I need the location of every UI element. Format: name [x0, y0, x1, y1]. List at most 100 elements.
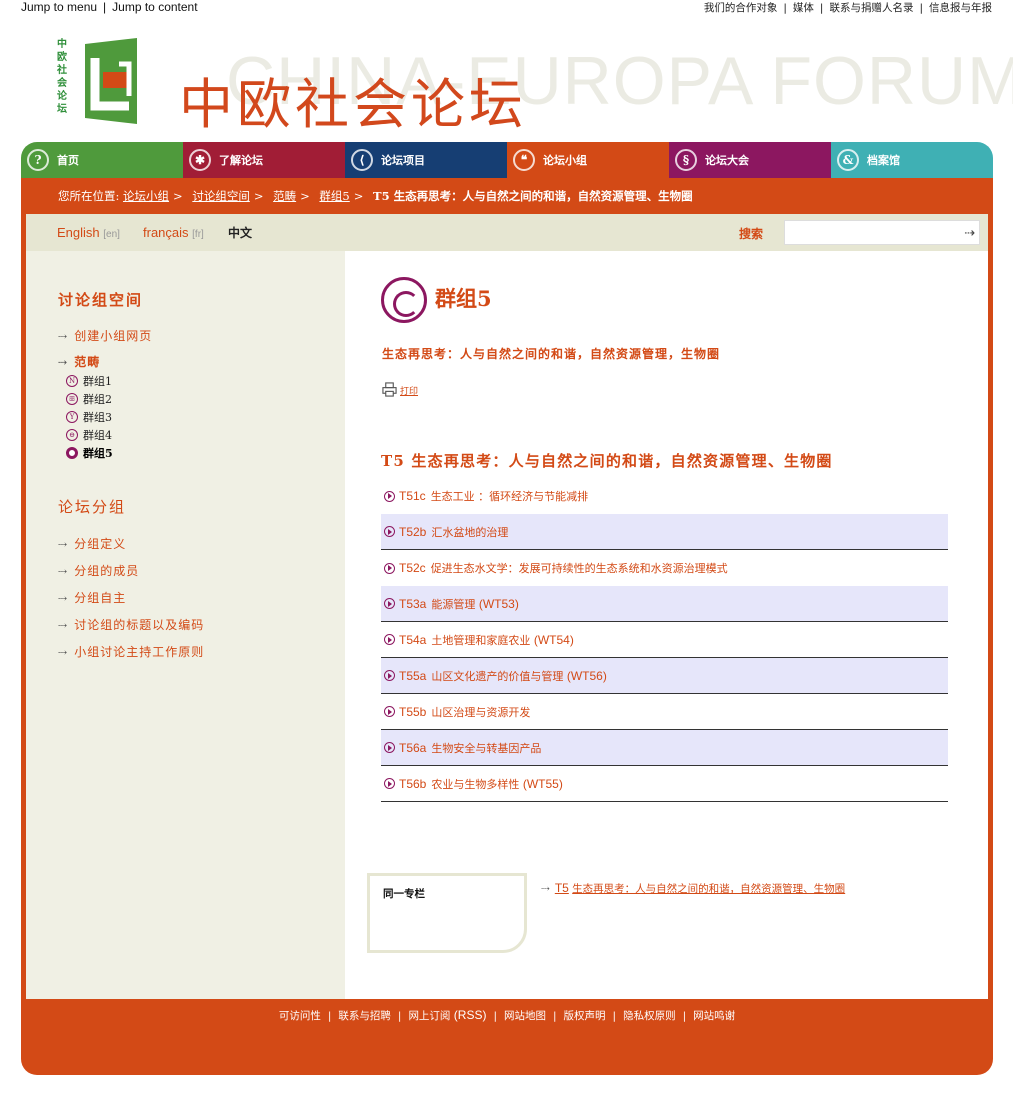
rss-label: 网上订阅 — [408, 1010, 451, 1022]
bracket-icon: ⟨ — [351, 149, 373, 171]
breadcrumb-item[interactable]: 范畴 — [273, 189, 296, 203]
same-column-link[interactable]: ⇢ T5 生态再思考：人与自然之间的和谐，自然资源管理、生物圈 — [541, 881, 845, 896]
sidebar-item-group2[interactable]: ꕥ 群组2 — [66, 391, 112, 407]
group-label: 群组1 — [83, 375, 112, 388]
site-title[interactable]: 中欧社会论坛 — [179, 60, 527, 139]
quote-icon: ❝ — [513, 149, 535, 171]
breadcrumb-current: T5 生态再思考：人与自然之间的和谐，自然资源管理、生物圈 — [373, 189, 693, 203]
group4-icon: ⊖ — [66, 429, 78, 441]
footer: 可访问性 | 联系与招聘 | 网上订阅 (RSS) | 网站地图 | 版权声明 | 隐私权原则 | 网站… — [21, 1008, 993, 1023]
play-circle-icon — [384, 526, 395, 537]
nav-assembly[interactable]: § 论坛大会 — [669, 142, 831, 178]
link-label: 创建小组网页 — [74, 329, 153, 343]
nav-label: 了解论坛 — [219, 154, 263, 167]
list-item[interactable]: T55a 山区文化遗产的价值与管理 (WT56) — [381, 658, 948, 694]
arrow-icon: ⇢ — [541, 883, 550, 895]
topic-title: 生态工业 ：循环经济与节能减排 — [430, 490, 589, 503]
group3-icon: Y — [66, 411, 78, 423]
topic-title: 汇水盆地的治理 — [431, 525, 509, 539]
list-item[interactable]: T51c 生态工业 ：循环经济与节能减排 — [381, 478, 948, 514]
logo-icon[interactable] — [79, 36, 143, 126]
breadcrumb-item[interactable]: 讨论组空间 — [192, 189, 250, 203]
media-link[interactable]: 媒体 — [793, 2, 814, 14]
same-column-label: 同一专栏 — [383, 888, 425, 900]
breadcrumb-separator: > — [173, 189, 183, 203]
list-item[interactable]: T56a 生物安全与转基因产品 — [381, 730, 948, 766]
jump-to-content-link[interactable]: Jump to content — [112, 0, 197, 14]
group-members-link[interactable]: ⇢ 分组的成员 — [58, 562, 139, 579]
breadcrumb-item[interactable]: 论坛小组 — [123, 189, 169, 203]
separator: | — [493, 1010, 497, 1022]
group-label: 群组2 — [83, 393, 112, 406]
main-content: 群组5 生态再思考：人与自然之间的和谐，自然资源管理，生物圈 打印 T5 生态再… — [345, 251, 988, 999]
arrow-icon: ⇢ — [58, 619, 69, 632]
link-label: 分组的成员 — [74, 564, 140, 578]
arrow-icon: ⇢ — [58, 565, 69, 578]
nav-archives[interactable]: & 档案馆 — [831, 142, 993, 178]
arrow-icon: ⇢ — [58, 538, 69, 551]
jump-to-menu-link[interactable]: Jump to menu — [21, 0, 97, 14]
group-label: 群组4 — [83, 429, 112, 442]
nav-label: 档案馆 — [867, 154, 900, 167]
search-submit-icon[interactable]: ⇢ — [964, 226, 975, 241]
rss-subscription-link[interactable]: 网上订阅 (RSS) — [408, 1008, 486, 1022]
list-item[interactable]: T52c 促进生态水文学：发展可持续性的生态系统和水资源治理模式 — [381, 550, 948, 586]
sidebar: 讨论组空间 ⇢ 创建小组网页 ⇢ 范畴 N 群组1 ꕥ 群组2 Y 群组3 ⊖ 群组4 群组… — [26, 251, 345, 999]
topic-code: T54a — [399, 632, 427, 647]
breadcrumb: 您所在位置: 论坛小组 > 讨论组空间 > 范畴 > 群组5 > T5 生态再思考：人与… — [58, 188, 693, 204]
search-input[interactable]: ⇢ — [784, 220, 980, 245]
contact-recruitment-link[interactable]: 联系与招聘 — [338, 1010, 391, 1022]
search-label: 搜索 — [739, 227, 764, 241]
group1-icon: N — [66, 375, 78, 387]
list-item[interactable]: T56b 农业与生物多样性 (WT55) — [381, 766, 948, 802]
moderation-principles-link[interactable]: ⇢ 小组讨论主持工作原则 — [58, 643, 204, 660]
topic-title: 生物安全与转基因产品 — [431, 741, 542, 755]
partners-link[interactable]: 我们的合作对象 — [704, 2, 778, 14]
sidebar-item-group3[interactable]: Y 群组3 — [66, 409, 112, 425]
lang-name: français — [143, 225, 189, 240]
topic-code: T55a — [399, 668, 427, 683]
link-label: 范畴 — [74, 355, 101, 369]
breadcrumb-item[interactable]: 群组5 — [319, 189, 349, 203]
group-definition-link[interactable]: ⇢ 分组定义 — [58, 535, 126, 552]
topic-suffix: (WT56) — [566, 668, 607, 683]
list-item[interactable]: T55b 山区治理与资源开发 — [381, 694, 948, 730]
copyright-link[interactable]: 版权声明 — [564, 1010, 606, 1022]
topic-code: T53a — [399, 596, 427, 611]
list-item[interactable]: T53a 能源管理 (WT53) — [381, 586, 948, 622]
privacy-link[interactable]: 隐私权原则 — [623, 1010, 676, 1022]
nav-projects[interactable]: ⟨ 论坛项目 — [345, 142, 507, 178]
group-autonomy-link[interactable]: ⇢ 分组自主 — [58, 589, 126, 606]
separator: | — [783, 2, 787, 14]
play-circle-icon — [384, 598, 395, 609]
lang-french[interactable]: français [fr] — [143, 225, 204, 240]
nav-home[interactable]: ? 首页 — [21, 142, 183, 178]
link-label: 分组定义 — [74, 537, 127, 551]
nav-about[interactable]: ✱ 了解论坛 — [183, 142, 345, 178]
lang-english[interactable]: English [en] — [57, 225, 120, 240]
lang-code: [fr] — [192, 229, 204, 240]
print-button[interactable]: 打印 — [382, 382, 418, 397]
accessibility-link[interactable]: 可访问性 — [279, 1010, 321, 1022]
credits-link[interactable]: 网站鸣谢 — [693, 1010, 735, 1022]
nav-groups[interactable]: ❝ 论坛小组 — [507, 142, 669, 178]
sidebar-item-group5[interactable]: 群组5 — [66, 445, 113, 461]
sidebar-item-group1[interactable]: N 群组1 — [66, 373, 112, 389]
list-item[interactable]: T52b 汇水盆地的治理 — [381, 514, 948, 550]
top-bar: Jump to menu | Jump to content 我们的合作对象 | 媒体 |… — [21, 0, 992, 14]
topic-code: T56b — [399, 776, 427, 791]
titles-codes-link[interactable]: ⇢ 讨论组的标题以及编码 — [58, 616, 204, 633]
printer-icon — [382, 382, 397, 397]
logo-vertical-text: 中欧社会论坛 — [57, 39, 67, 115]
separator: | — [327, 1010, 332, 1022]
page-title: 群组5 — [435, 286, 492, 311]
language-bar: English [en] français [fr] 中文 搜索 ⇢ — [26, 214, 988, 251]
list-item[interactable]: T54a 土地管理和家庭农业 (WT54) — [381, 622, 948, 658]
create-group-page-link[interactable]: ⇢ 创建小组网页 — [58, 327, 152, 344]
newsletter-reports-link[interactable]: 信息报与年报 — [929, 2, 992, 14]
category-link[interactable]: ⇢ 范畴 — [58, 353, 100, 370]
contacts-donors-link[interactable]: 联系与捐赠人名录 — [829, 2, 913, 14]
arrow-icon: ⇢ — [58, 646, 69, 659]
sitemap-link[interactable]: 网站地图 — [504, 1010, 546, 1022]
sidebar-item-group4[interactable]: ⊖ 群组4 — [66, 427, 112, 443]
